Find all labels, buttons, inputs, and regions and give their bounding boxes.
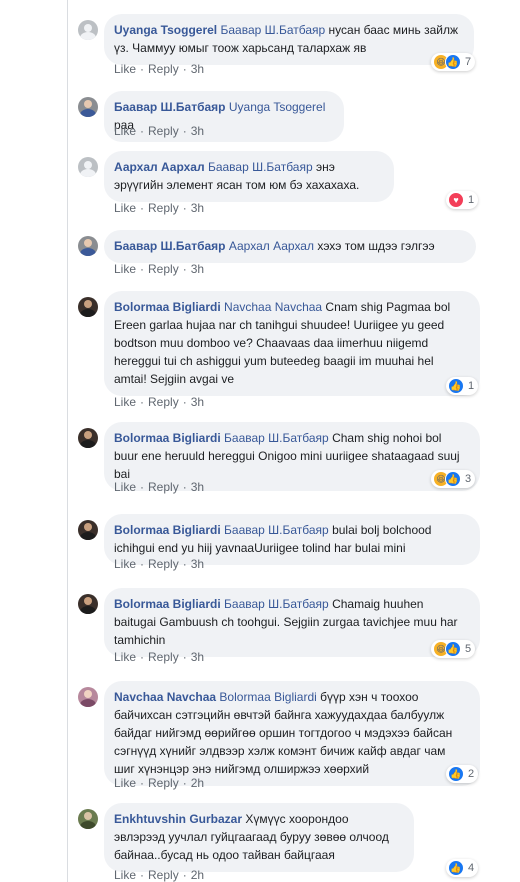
avatar[interactable] <box>78 594 98 614</box>
comment-mention[interactable]: Баавар Ш.Батбаяр <box>224 523 329 537</box>
comment-bubble: Uyanga Tsoggerel Баавар Ш.Батбаяр нусан … <box>104 14 474 65</box>
love-icon: ♥ <box>448 192 464 208</box>
reactions-badge[interactable]: 👍 2 <box>446 765 479 783</box>
reactions-badge[interactable]: 👍 1 <box>446 377 479 395</box>
comment-author[interactable]: Аархал Аархал <box>114 160 205 174</box>
comment-author[interactable]: Uyanga Tsoggerel <box>114 23 217 37</box>
comment-mention[interactable]: Bolormaa Bigliardi <box>219 690 316 704</box>
comment-actions: Like · Reply · 3h <box>114 62 205 76</box>
comment-bubble: Аархал Аархал Баавар Ш.Батбаяр энэ эрүүг… <box>104 151 394 202</box>
like-button[interactable]: Like <box>114 201 136 215</box>
comment-time[interactable]: 3h <box>191 124 204 138</box>
comment-actions: Like · Reply · 3h <box>114 262 205 276</box>
avatar[interactable] <box>78 520 98 540</box>
like-icon: 👍 <box>448 860 464 876</box>
comment-mention[interactable]: Баавар Ш.Батбаяр <box>208 160 313 174</box>
reactions-badge[interactable]: 😆 👍 7 <box>431 53 476 71</box>
reply-button[interactable]: Reply <box>148 262 179 276</box>
comment-text: хэхэ том шдээ гэлгээ <box>313 239 435 253</box>
comment-actions: Like · Reply · 3h <box>114 650 205 664</box>
like-icon: 👍 <box>448 766 464 782</box>
like-icon: 👍 <box>445 54 461 70</box>
comment-mention[interactable]: Баавар Ш.Батбаяр <box>224 431 329 445</box>
reaction-count: 3 <box>465 473 472 485</box>
comment-author[interactable]: Bolormaa Bigliardi <box>114 597 221 611</box>
like-button[interactable]: Like <box>114 776 136 790</box>
reaction-count: 1 <box>468 380 475 392</box>
comment-mention[interactable]: Аархал Аархал <box>229 239 314 253</box>
like-button[interactable]: Like <box>114 557 136 571</box>
like-icon: 👍 <box>448 378 464 394</box>
comment-author[interactable]: Баавар Ш.Батбаяр <box>114 100 226 114</box>
like-button[interactable]: Like <box>114 868 136 882</box>
comment-bubble: Bolormaa Bigliardi Navchaa Navchaa Cnam … <box>104 291 480 396</box>
avatar[interactable] <box>78 236 98 256</box>
avatar[interactable] <box>78 809 98 829</box>
reaction-count: 7 <box>465 56 472 68</box>
avatar[interactable] <box>78 97 98 117</box>
comment-actions: Like · Reply · 3h <box>114 395 205 409</box>
comment-bubble: Баавар Ш.Батбаяр Аархал Аархал хэхэ том … <box>104 230 476 263</box>
reply-button[interactable]: Reply <box>148 480 179 494</box>
comment-author[interactable]: Navchaa Navchaa <box>114 690 216 704</box>
comment-time[interactable]: 2h <box>191 776 204 790</box>
comment-actions: Like · Reply · 3h <box>114 124 205 138</box>
comment-time[interactable]: 3h <box>191 62 204 76</box>
like-button[interactable]: Like <box>114 480 136 494</box>
comment-mention[interactable]: Баавар Ш.Батбаяр <box>224 597 329 611</box>
comment-author[interactable]: Bolormaa Bigliardi <box>114 431 221 445</box>
comment-author[interactable]: Enkhtuvshin Gurbazar <box>114 812 242 826</box>
thread-line <box>67 0 68 882</box>
reply-button[interactable]: Reply <box>148 395 179 409</box>
reaction-count: 1 <box>468 194 475 206</box>
like-button[interactable]: Like <box>114 62 136 76</box>
avatar[interactable] <box>78 20 98 40</box>
reactions-badge[interactable]: 👍 4 <box>446 859 479 877</box>
avatar[interactable] <box>78 687 98 707</box>
comment-time[interactable]: 3h <box>191 480 204 494</box>
like-icon: 👍 <box>445 641 461 657</box>
avatar[interactable] <box>78 297 98 317</box>
reaction-count: 2 <box>468 768 475 780</box>
comment-mention[interactable]: Navchaa Navchaa <box>224 300 322 314</box>
comment-time[interactable]: 3h <box>191 395 204 409</box>
comment-actions: Like · Reply · 3h <box>114 557 205 571</box>
reply-button[interactable]: Reply <box>148 557 179 571</box>
comment-bubble: Enkhtuvshin Gurbazar Хүмүүс хоорондоо эв… <box>104 803 414 872</box>
reply-button[interactable]: Reply <box>148 62 179 76</box>
comment-time[interactable]: 3h <box>191 557 204 571</box>
reply-button[interactable]: Reply <box>148 776 179 790</box>
like-button[interactable]: Like <box>114 395 136 409</box>
comment-mention[interactable]: Баавар Ш.Батбаяр <box>220 23 325 37</box>
like-icon: 👍 <box>445 471 461 487</box>
comment-actions: Like · Reply · 3h <box>114 201 205 215</box>
like-button[interactable]: Like <box>114 262 136 276</box>
comment-author[interactable]: Bolormaa Bigliardi <box>114 300 221 314</box>
avatar[interactable] <box>78 428 98 448</box>
reply-button[interactable]: Reply <box>148 124 179 138</box>
comment-bubble: Navchaa Navchaa Bolormaa Bigliardi бүүр … <box>104 681 480 786</box>
reactions-badge[interactable]: 😆 👍 3 <box>431 470 476 488</box>
avatar[interactable] <box>78 157 98 177</box>
like-button[interactable]: Like <box>114 650 136 664</box>
reaction-count: 5 <box>465 643 472 655</box>
comment-mention[interactable]: Uyanga Tsoggerel <box>229 100 326 114</box>
comment-author[interactable]: Bolormaa Bigliardi <box>114 523 221 537</box>
reaction-count: 4 <box>468 862 475 874</box>
reply-button[interactable]: Reply <box>148 868 179 882</box>
comment-author[interactable]: Баавар Ш.Батбаяр <box>114 239 226 253</box>
comment-actions: Like · Reply · 2h <box>114 776 205 790</box>
comment-actions: Like · Reply · 3h <box>114 480 205 494</box>
reply-button[interactable]: Reply <box>148 201 179 215</box>
comment-time[interactable]: 3h <box>191 262 204 276</box>
reactions-badge[interactable]: 😆 👍 5 <box>431 640 476 658</box>
reactions-badge[interactable]: ♥ 1 <box>446 191 479 209</box>
comment-actions: Like · Reply · 2h <box>114 868 205 882</box>
reply-button[interactable]: Reply <box>148 650 179 664</box>
like-button[interactable]: Like <box>114 124 136 138</box>
comment-time[interactable]: 2h <box>191 868 204 882</box>
comment-time[interactable]: 3h <box>191 201 204 215</box>
comment-bubble: Bolormaa Bigliardi Баавар Ш.Батбаяр Cham… <box>104 588 480 657</box>
comment-time[interactable]: 3h <box>191 650 204 664</box>
